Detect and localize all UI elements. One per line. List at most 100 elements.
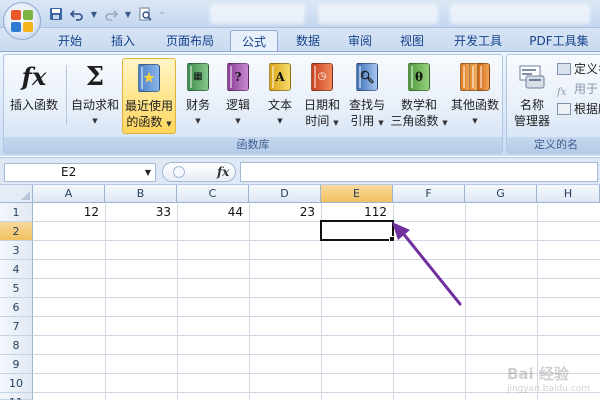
cell-a1[interactable]: 12	[33, 203, 105, 222]
tab-developer[interactable]: 开发工具	[446, 30, 510, 52]
create-from-selection-icon	[557, 103, 571, 115]
define-name-icon	[557, 63, 571, 75]
blurred-browser-tab	[450, 4, 590, 24]
create-from-selection-label: 根据所	[574, 102, 600, 116]
gridline	[249, 203, 250, 400]
fill-handle[interactable]	[389, 236, 395, 242]
expand-handle-icon[interactable]	[173, 166, 185, 178]
chevron-down-icon: ▼	[166, 120, 172, 128]
column-header-a[interactable]: A	[33, 185, 105, 203]
column-header-g[interactable]: G	[465, 185, 537, 203]
redo-dropdown-icon[interactable]: ▼	[124, 10, 132, 19]
undo-dropdown-icon[interactable]: ▼	[90, 10, 98, 19]
tab-page-layout[interactable]: 页面布局	[158, 30, 222, 52]
chevron-down-icon: ▼	[92, 117, 98, 125]
gridline	[33, 259, 600, 260]
tab-insert[interactable]: 插入	[102, 30, 144, 52]
tab-formulas[interactable]: 公式	[230, 30, 278, 53]
lookup-book-icon: 🔍︎	[352, 61, 382, 93]
name-manager-label-line2: 管理器	[513, 114, 550, 128]
more-functions-button[interactable]: 其他函数 ▼	[448, 61, 502, 129]
ribbon-panel: fx 插入函数 Σ 自动求和 ▼ ★ 最近使用 的函数 ▼ ▦ 财务 ▼ ? 逻…	[0, 51, 600, 156]
text-button[interactable]: A 文本 ▼	[262, 61, 298, 129]
column-header-f[interactable]: F	[393, 185, 465, 203]
math-trig-button[interactable]: θ 数学和 三角函数 ▼	[390, 61, 448, 131]
fx-icon: fx	[21, 62, 47, 91]
date-time-label-line1: 日期和	[303, 98, 340, 112]
lookup-reference-button[interactable]: 🔍︎ 查找与 引用 ▼	[344, 61, 390, 131]
customize-qat-icon[interactable]: ⁼	[158, 10, 166, 19]
row-header-11[interactable]: 11	[0, 393, 33, 400]
function-library-group: fx 插入函数 Σ 自动求和 ▼ ★ 最近使用 的函数 ▼ ▦ 财务 ▼ ? 逻…	[3, 54, 503, 154]
column-header-d[interactable]: D	[249, 185, 321, 203]
recently-used-label-line1: 最近使用	[124, 99, 173, 113]
use-in-formula-button[interactable]: fx 用于	[557, 81, 598, 98]
watermark-line2: jingyan.baidu.com	[506, 384, 590, 394]
column-header-h[interactable]: H	[537, 185, 600, 203]
row-header-7[interactable]: 7	[0, 317, 33, 336]
row-header-1[interactable]: 1	[0, 203, 33, 222]
cell-b1[interactable]: 33	[105, 203, 177, 222]
recently-used-button[interactable]: ★ 最近使用 的函数 ▼	[122, 58, 176, 134]
row-header-5[interactable]: 5	[0, 279, 33, 298]
column-header-b[interactable]: B	[105, 185, 177, 203]
tab-home[interactable]: 开始	[50, 30, 90, 52]
autosum-button[interactable]: Σ 自动求和 ▼	[68, 61, 122, 129]
logical-button[interactable]: ? 逻辑 ▼	[220, 61, 256, 129]
chevron-down-icon[interactable]: ▼	[145, 164, 151, 181]
column-header-e[interactable]: E	[321, 185, 393, 203]
more-functions-label: 其他函数	[450, 98, 499, 112]
gridline	[33, 278, 600, 279]
column-header-c[interactable]: C	[177, 185, 249, 203]
use-in-formula-icon: fx	[557, 87, 567, 98]
math-book-icon: θ	[404, 61, 434, 93]
tab-view[interactable]: 视图	[392, 30, 432, 52]
chevron-down-icon: ▼	[472, 117, 478, 125]
chevron-down-icon: ▼	[235, 117, 241, 125]
lookup-label-line2: 引用	[350, 114, 375, 128]
name-box[interactable]: E2 ▼	[4, 163, 156, 182]
ribbon-tab-bar: 开始 插入 页面布局 公式 数据 审阅 视图 开发工具 PDF工具集	[0, 28, 600, 53]
office-button[interactable]	[3, 2, 41, 40]
save-icon[interactable]	[48, 6, 64, 22]
redo-icon[interactable]	[103, 6, 119, 22]
office-logo-icon	[11, 10, 33, 32]
formula-input[interactable]	[240, 162, 598, 182]
row-header-8[interactable]: 8	[0, 336, 33, 355]
financial-button[interactable]: ▦ 财务 ▼	[180, 61, 216, 129]
row-header-3[interactable]: 3	[0, 241, 33, 260]
star-book-icon: ★	[134, 62, 164, 94]
undo-icon[interactable]	[69, 6, 85, 22]
date-time-button[interactable]: ◷ 日期和 时间 ▼	[300, 61, 344, 131]
use-in-formula-label: 用于	[574, 82, 599, 96]
name-manager-button[interactable]: 名称 管理器	[509, 61, 555, 129]
active-cell-e2[interactable]	[320, 220, 394, 241]
tab-pdf-tools[interactable]: PDF工具集	[522, 30, 596, 52]
gridline	[33, 297, 600, 298]
formula-controls: fx	[162, 162, 236, 182]
title-bar: ▼ ▼ ⁼	[0, 0, 600, 28]
insert-function-button[interactable]: fx 插入函数	[6, 61, 62, 113]
create-from-selection-button[interactable]: 根据所	[557, 101, 600, 118]
tab-data[interactable]: 数据	[288, 30, 328, 52]
date-time-label-line2: 时间	[305, 114, 330, 128]
print-preview-icon[interactable]	[137, 6, 153, 22]
tab-review[interactable]: 审阅	[340, 30, 380, 52]
logical-label: 逻辑	[225, 98, 250, 112]
function-library-group-label: 函数库	[4, 137, 502, 153]
name-box-value: E2	[61, 165, 77, 179]
row-header-6[interactable]: 6	[0, 298, 33, 317]
financial-book-icon: ▦	[183, 61, 213, 93]
chevron-down-icon: ▼	[442, 119, 448, 127]
gridline	[105, 203, 106, 400]
insert-function-fx-icon[interactable]: fx	[217, 163, 229, 181]
cell-d1[interactable]: 23	[249, 203, 321, 222]
row-header-9[interactable]: 9	[0, 355, 33, 374]
define-name-button[interactable]: 定义名	[557, 61, 600, 78]
select-all-button[interactable]	[0, 185, 33, 203]
defined-names-group: 名称 管理器 定义名 fx 用于 根据所 定义的名	[506, 54, 600, 154]
row-header-10[interactable]: 10	[0, 374, 33, 393]
cell-c1[interactable]: 44	[177, 203, 249, 222]
row-header-2[interactable]: 2	[0, 222, 33, 241]
row-header-4[interactable]: 4	[0, 260, 33, 279]
